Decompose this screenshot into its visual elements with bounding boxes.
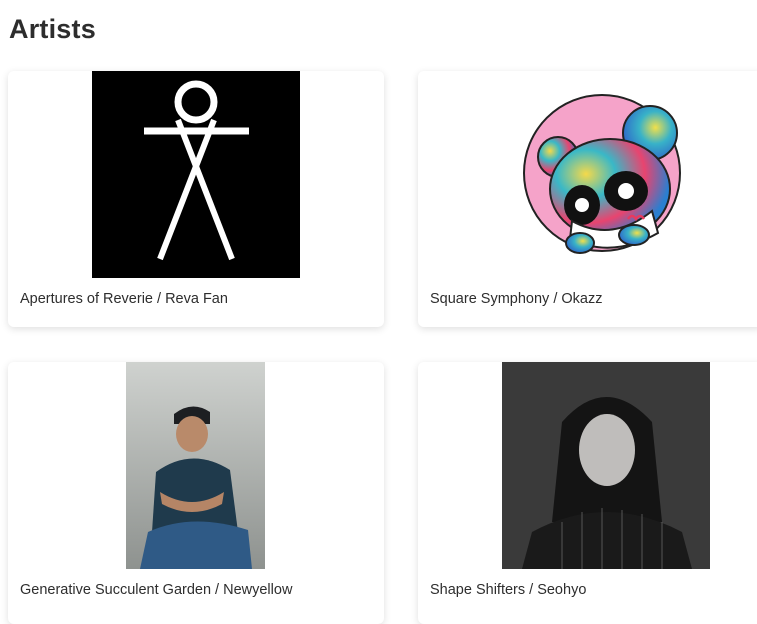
- artist-card[interactable]: Generative Succulent Garden / Newyellow: [8, 362, 384, 624]
- artist-card-label[interactable]: Square Symphony / Okazz: [430, 291, 602, 307]
- artist-card-label[interactable]: Apertures of Reverie / Reva Fan: [20, 291, 228, 307]
- page-title: Artists: [9, 14, 96, 44]
- artist-card[interactable]: Square Symphony / Okazz: [418, 71, 757, 327]
- artist-card-label[interactable]: Generative Succulent Garden / Newyellow: [20, 582, 292, 598]
- artist-image[interactable]: [502, 362, 710, 569]
- artist-card-label[interactable]: Shape Shifters / Seohyo: [430, 582, 586, 598]
- artist-card[interactable]: Shape Shifters / Seohyo: [418, 362, 757, 624]
- artist-card[interactable]: Apertures of Reverie / Reva Fan: [8, 71, 384, 327]
- artist-image[interactable]: [522, 93, 688, 259]
- artist-image[interactable]: [92, 71, 300, 278]
- artist-image[interactable]: [126, 362, 265, 569]
